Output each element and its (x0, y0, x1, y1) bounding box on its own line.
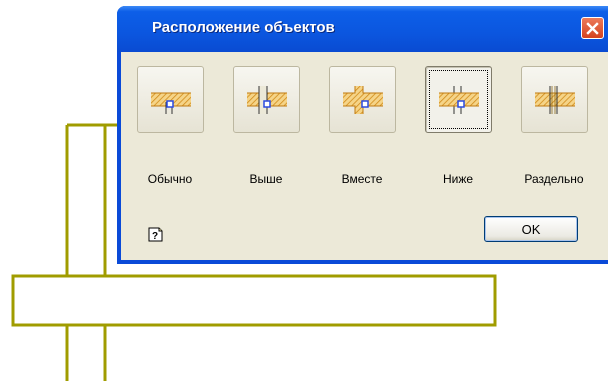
option-together-label: Вместе (341, 172, 383, 186)
layout-normal-icon (150, 92, 191, 114)
option-normal-label: Обычно (147, 172, 193, 186)
option-above-label: Выше (249, 172, 283, 186)
title-bar[interactable]: Расположение объектов (117, 6, 608, 52)
layout-below-icon (438, 85, 479, 114)
option-above-button[interactable] (233, 66, 300, 133)
ok-button[interactable]: OK (484, 216, 578, 242)
option-below-label: Ниже (442, 172, 474, 186)
layout-dialog: Расположение объектов Обычно Выше Вместе… (117, 6, 608, 264)
layout-together-icon (342, 85, 383, 114)
option-normal-button[interactable] (137, 66, 204, 133)
option-together-button[interactable] (329, 66, 396, 133)
dialog-body: Обычно Выше Вместе Ниже Раздельно ? OK (121, 52, 608, 260)
close-button[interactable] (581, 17, 604, 39)
option-below-button[interactable] (425, 66, 492, 133)
dialog-title: Расположение объектов (152, 19, 335, 36)
drawing-rectangle (11, 274, 497, 327)
layout-above-icon (246, 85, 287, 114)
help-icon[interactable]: ? (148, 227, 163, 242)
layout-separate-icon (534, 85, 575, 114)
option-separate-button[interactable] (521, 66, 588, 133)
svg-text:?: ? (152, 231, 158, 242)
option-separate-label: Раздельно (524, 172, 584, 186)
close-icon (586, 21, 599, 35)
